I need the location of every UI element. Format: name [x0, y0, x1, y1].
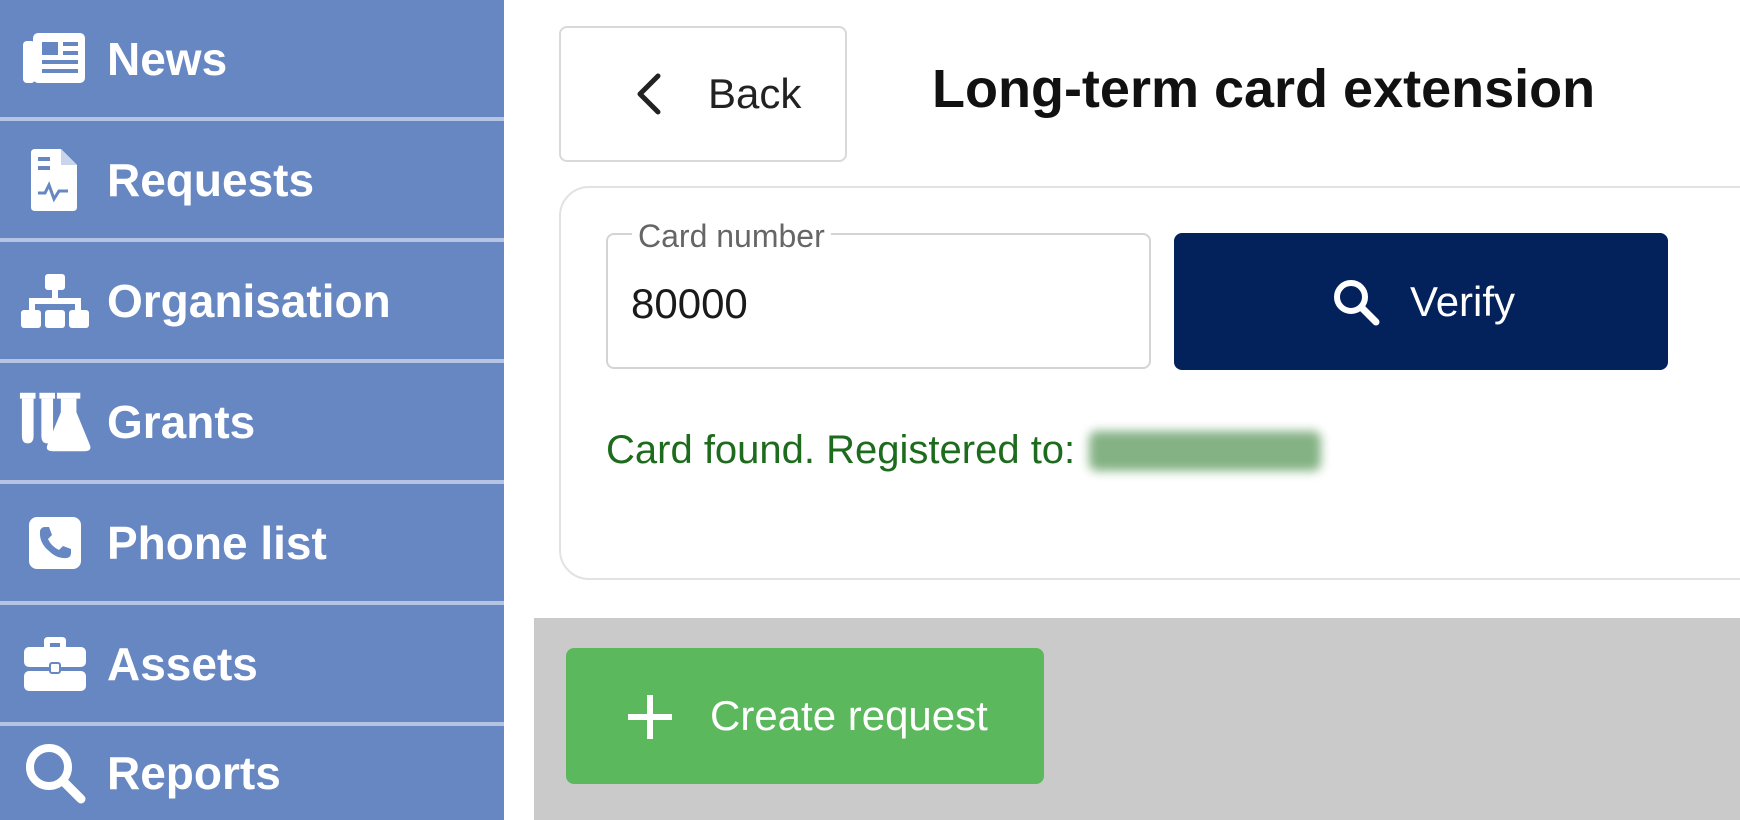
sidebar-item-label: Phone list [107, 516, 327, 569]
back-button-label: Back [708, 70, 802, 117]
page-title: Long-term card extension [932, 59, 1596, 119]
sidebar: News Requests Organisation Grants Phone … [0, 0, 504, 820]
newspaper-icon [18, 22, 92, 96]
flask-icon [18, 385, 92, 459]
sidebar-item-reports[interactable]: Reports [0, 726, 504, 820]
main-content: Back Long-term card extension Card numbe… [504, 0, 1740, 820]
sidebar-item-news[interactable]: News [0, 0, 504, 117]
sidebar-item-label: News [107, 32, 228, 85]
verify-button[interactable]: Verify [1174, 233, 1668, 370]
create-request-button[interactable]: Create request [566, 648, 1044, 784]
phone-icon [18, 506, 92, 580]
search-icon [18, 736, 92, 810]
status-message: Card found. Registered to: [606, 428, 1322, 473]
redacted-name [1089, 430, 1322, 471]
sidebar-item-assets[interactable]: Assets [0, 605, 504, 722]
plus-icon [626, 693, 674, 746]
sidebar-item-label: Organisation [107, 274, 391, 327]
sidebar-item-label: Assets [107, 637, 258, 690]
sidebar-item-phone-list[interactable]: Phone list [0, 484, 504, 601]
org-chart-icon [18, 264, 92, 338]
search-icon [1331, 277, 1381, 332]
back-button[interactable]: Back [559, 26, 847, 162]
briefcase-icon [18, 627, 92, 701]
sidebar-item-label: Requests [107, 153, 315, 206]
sidebar-item-label: Reports [107, 747, 281, 799]
status-text: Card found. Registered to: [606, 428, 1076, 472]
chevron-left-icon [634, 72, 664, 121]
sidebar-item-organisation[interactable]: Organisation [0, 242, 504, 359]
card-number-input[interactable] [631, 274, 1131, 334]
card-number-label: Card number [632, 218, 831, 254]
create-request-label: Create request [710, 692, 988, 739]
verify-button-label: Verify [1410, 278, 1516, 325]
sidebar-item-label: Grants [107, 395, 256, 448]
sidebar-item-grants[interactable]: Grants [0, 363, 504, 480]
document-icon [18, 143, 92, 217]
sidebar-item-requests[interactable]: Requests [0, 121, 504, 238]
